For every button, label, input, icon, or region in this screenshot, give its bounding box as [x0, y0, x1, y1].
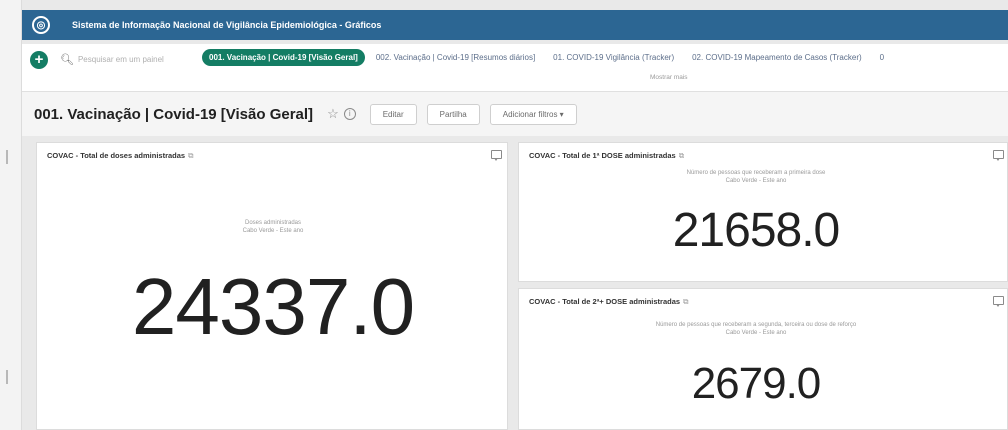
- search-input[interactable]: [77, 55, 206, 64]
- subtitle-line: Cabo Verde - Este ano: [725, 178, 787, 184]
- left-edge-strip: [0, 0, 22, 430]
- external-link-icon[interactable]: ⧉: [683, 297, 688, 306]
- tab-truncated[interactable]: 0: [873, 49, 891, 66]
- dashboard-bar: + 🔍︎ 001. Vacinação | Covid-19 [Visão Ge…: [22, 44, 1008, 92]
- subtitle-line: Cabo Verde - Este ano: [242, 228, 304, 234]
- search-icon: 🔍︎: [60, 54, 74, 66]
- card-subtitle: Número de pessoas que receberam a segund…: [519, 321, 993, 337]
- search-box: 🔍︎: [60, 53, 206, 66]
- comment-icon[interactable]: [491, 150, 502, 161]
- globe-icon[interactable]: ◎: [32, 16, 50, 34]
- subtitle-line: Cabo Verde - Este ano: [725, 330, 787, 336]
- app-header: ◎ Sistema de Informação Nacional de Vigi…: [22, 10, 1008, 40]
- dashboard-title-bar: 001. Vacinação | Covid-19 [Visão Geral] …: [22, 92, 1008, 136]
- scroll-marker: [6, 370, 8, 384]
- card-title-wrap: COVAC - Total de 2ª+ DOSE administradas ⧉: [529, 297, 688, 307]
- page-title: 001. Vacinação | Covid-19 [Visão Geral]: [34, 105, 314, 123]
- metric-value: 21658.0: [672, 204, 841, 257]
- card-subtitle: Doses administradas Cabo Verde - Este an…: [37, 219, 509, 235]
- tab-vacinacao-visao-geral[interactable]: 001. Vacinação | Covid-19 [Visão Geral]: [202, 49, 365, 66]
- card-second-dose: COVAC - Total de 2ª+ DOSE administradas ⧉…: [518, 288, 1008, 430]
- tab-covid-vigilancia[interactable]: 01. COVID-19 Vigilância (Tracker): [546, 49, 681, 66]
- tab-vacinacao-resumos-diarios[interactable]: 002. Vacinação | Covid-19 [Resumos diári…: [369, 49, 542, 66]
- edit-button[interactable]: Editar: [369, 103, 417, 125]
- comment-icon[interactable]: [993, 296, 1004, 307]
- external-link-icon[interactable]: ⧉: [679, 151, 684, 160]
- add-dashboard-button[interactable]: +: [30, 51, 48, 69]
- info-icon[interactable]: i: [343, 108, 356, 120]
- add-filter-button[interactable]: Adicionar filtros ▾: [489, 103, 577, 125]
- subtitle-line: Doses administradas: [244, 220, 302, 226]
- share-button[interactable]: Partilha: [426, 103, 480, 125]
- metric-value: 24337.0: [131, 262, 415, 351]
- card-total-doses: COVAC - Total de doses administradas ⧉ Do…: [36, 142, 508, 430]
- comment-icon[interactable]: [993, 150, 1004, 161]
- card-title: COVAC - Total de doses administradas: [47, 151, 186, 160]
- card-first-dose: COVAC - Total de 1ª DOSE administradas ⧉ …: [518, 142, 1008, 282]
- show-more-link[interactable]: Mostrar mais: [650, 74, 688, 81]
- card-title-wrap: COVAC - Total de doses administradas ⧉: [47, 151, 193, 161]
- star-icon[interactable]: ☆: [327, 106, 339, 122]
- metric-value: 2679.0: [691, 359, 822, 408]
- card-subtitle: Número de pessoas que receberam a primei…: [519, 169, 993, 185]
- card-title: COVAC - Total de 1ª DOSE administradas: [529, 151, 676, 160]
- card-title-wrap: COVAC - Total de 1ª DOSE administradas ⧉: [529, 151, 684, 161]
- dashboard-tabs: 001. Vacinação | Covid-19 [Visão Geral] …: [202, 49, 895, 66]
- tab-covid-mapeamento[interactable]: 02. COVID-19 Mapeamento de Casos (Tracke…: [685, 49, 869, 66]
- scroll-marker: [6, 150, 8, 164]
- external-link-icon[interactable]: ⧉: [188, 151, 193, 160]
- subtitle-line: Número de pessoas que receberam a primei…: [686, 170, 826, 176]
- card-title: COVAC - Total de 2ª+ DOSE administradas: [529, 297, 681, 306]
- app-title: Sistema de Informação Nacional de Vigilâ…: [72, 20, 382, 30]
- subtitle-line: Número de pessoas que receberam a segund…: [655, 322, 857, 328]
